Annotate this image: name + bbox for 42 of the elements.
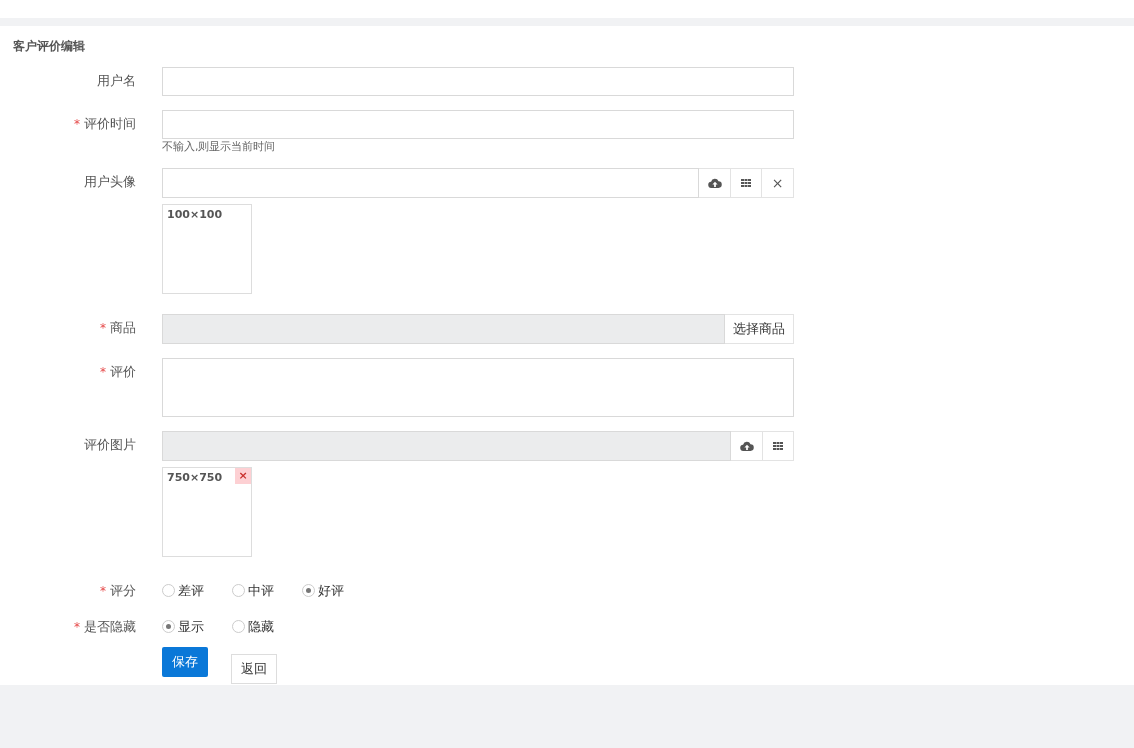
section-title: 客户评价编辑 (13, 38, 86, 55)
required-mark: * (100, 320, 106, 337)
field-label: 评价图片 (84, 436, 136, 454)
size-text: 750×750 (167, 470, 223, 486)
field-label: 用户头像 (84, 173, 136, 191)
radio-button[interactable] (302, 584, 315, 597)
field-label: 评价时间 (84, 115, 136, 133)
radio-button[interactable] (162, 584, 175, 597)
back-button[interactable]: 返回 (231, 654, 277, 684)
grid-icon (741, 179, 751, 187)
save-button[interactable]: 保存 (162, 647, 208, 677)
gallery-button[interactable] (763, 431, 794, 461)
required-mark: * (100, 583, 106, 600)
cloud-upload-icon (739, 440, 754, 452)
required-mark: * (100, 364, 106, 381)
cloud-upload-icon (707, 177, 722, 189)
radio-button[interactable] (232, 620, 245, 633)
gallery-button[interactable] (731, 168, 762, 198)
upload-button[interactable] (731, 431, 763, 461)
help-text: 不输入,则显示当前时间 (162, 140, 277, 154)
text-area[interactable] (162, 358, 794, 417)
field-label: 是否隐藏 (84, 618, 136, 636)
radio-button[interactable] (162, 620, 175, 633)
clear-button[interactable]: × (762, 168, 794, 198)
required-mark: * (74, 116, 80, 133)
upload-button[interactable] (699, 168, 731, 198)
radio-button[interactable] (232, 584, 245, 597)
option-label: 好评 (318, 581, 344, 600)
field-label: 用户名 (97, 72, 136, 90)
input-field[interactable] (162, 110, 794, 139)
option-label: 差评 (178, 581, 204, 600)
input-field[interactable] (162, 168, 699, 198)
field-label: 商品 (110, 319, 136, 337)
input-field[interactable] (162, 67, 794, 96)
option-label: 中评 (248, 581, 274, 600)
grid-icon (773, 442, 783, 450)
size-text: 100×100 (167, 207, 223, 223)
field-label: 评分 (110, 582, 136, 600)
required-mark: * (74, 619, 80, 636)
field-label: 评价 (110, 363, 136, 381)
option-label: 显示 (178, 617, 204, 636)
option-label: 隐藏 (248, 617, 274, 636)
